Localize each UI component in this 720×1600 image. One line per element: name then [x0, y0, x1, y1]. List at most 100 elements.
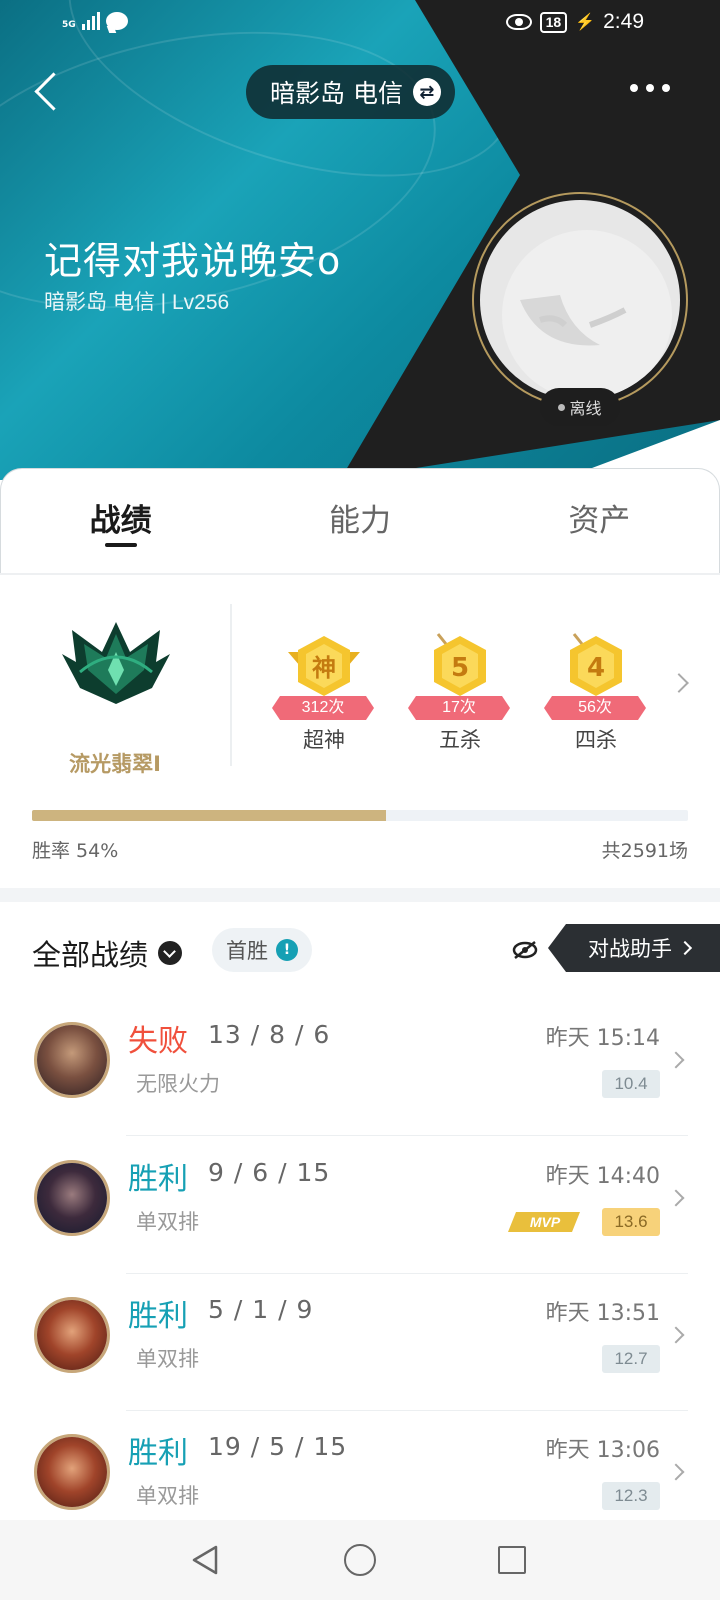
chevron-down-icon	[158, 941, 183, 965]
chevron-right-icon[interactable]	[669, 673, 689, 693]
default-avatar-icon	[520, 295, 627, 346]
match-score: 10.4	[602, 1070, 660, 1098]
match-result: 胜利	[128, 1299, 188, 1334]
status-bar: 5G 18 ⚡ 2:49	[0, 0, 720, 48]
chevron-right-icon	[667, 1189, 685, 1207]
tab-label: 战绩	[89, 503, 152, 539]
match-time: 昨天 13:51	[545, 1301, 660, 1326]
assistant-label: 对战助手	[588, 937, 672, 961]
avatar[interactable]	[480, 200, 680, 400]
badge-label: 超神	[303, 728, 345, 752]
status-dot-icon	[558, 403, 566, 411]
signal-5g-label: 5G	[62, 20, 76, 30]
eye-comfort-icon	[505, 14, 532, 30]
match-score: 13.6	[602, 1208, 660, 1236]
chevron-right-icon	[667, 1463, 685, 1481]
match-time: 昨天 15:14	[545, 1026, 660, 1051]
match-kda: 19 / 5 / 15	[208, 1432, 348, 1461]
tab-record[interactable]: 战绩	[1, 469, 240, 574]
back-button[interactable]	[28, 70, 68, 114]
hide-visibility-icon[interactable]	[512, 940, 538, 960]
champion-avatar	[34, 1160, 110, 1236]
player-name: 记得对我说晚安o	[44, 239, 342, 283]
match-kda: 13 / 8 / 6	[208, 1020, 331, 1049]
filter-label: 全部战绩	[32, 938, 149, 972]
tab-label: 能力	[328, 503, 391, 539]
match-mode: 单双排	[136, 1210, 199, 1234]
svg-text:MVP: MVP	[530, 1214, 561, 1230]
champion-avatar	[34, 1297, 110, 1373]
tab-assets[interactable]: 资产	[480, 469, 719, 574]
match-result: 失败	[128, 1024, 188, 1059]
clock: 2:49	[603, 10, 644, 33]
status-label: 离线	[569, 399, 602, 418]
match-time: 昨天 13:06	[545, 1438, 660, 1463]
active-tab-indicator	[104, 543, 137, 547]
badge-glyph: 5	[451, 653, 469, 683]
match-kda: 5 / 1 / 9	[208, 1295, 314, 1324]
match-row[interactable]: 胜利 5 / 1 / 9 单双排 昨天 13:51 12.7	[0, 1273, 720, 1411]
match-mode: 单双排	[136, 1347, 199, 1371]
penta-kill-medal-icon: 5	[434, 633, 486, 696]
battery-level: 18	[539, 11, 568, 33]
match-mode: 单双排	[136, 1484, 199, 1508]
badge-quadra-kill[interactable]: 4 56次 四杀	[544, 616, 646, 752]
match-score: 12.7	[602, 1345, 660, 1373]
profile-header: 5G 18 ⚡ 2:49 暗影岛 电信 ⇄ 记得对我说晚安o 暗影岛 电信 | …	[0, 0, 720, 480]
signal-icon	[81, 12, 100, 30]
swap-icon: ⇄	[412, 78, 441, 106]
badge-count: 56次	[544, 696, 646, 720]
nav-recent-apps-icon[interactable]	[498, 1546, 526, 1574]
server-switch-button[interactable]: 暗影岛 电信 ⇄	[246, 65, 455, 119]
badge-glyph: 神	[312, 654, 336, 682]
badge-count: 17次	[408, 696, 510, 720]
badge-legendary[interactable]: 神 312次 超神	[272, 616, 374, 752]
match-filter-dropdown[interactable]: 全部战绩	[32, 932, 183, 974]
match-row[interactable]: 失败 13 / 8 / 6 无限火力 昨天 15:14 10.4	[0, 998, 720, 1136]
chevron-right-icon	[667, 1326, 685, 1344]
badge-glyph: 4	[587, 653, 605, 683]
divider	[230, 604, 232, 766]
badge-penta-kill[interactable]: 5 17次 五杀	[408, 616, 510, 752]
more-options-button[interactable]	[630, 84, 670, 92]
mvp-badge-icon: MVP	[508, 1212, 580, 1232]
online-status-badge: 离线	[540, 388, 620, 426]
total-games-label: 共2591场	[601, 840, 688, 862]
tab-ability[interactable]: 能力	[240, 469, 479, 574]
first-win-label: 首胜	[226, 939, 268, 963]
nav-back-icon[interactable]	[190, 1544, 220, 1576]
player-server-level: 暗影岛 电信 | Lv256	[44, 291, 230, 314]
emerald-rank-emblem-icon[interactable]	[60, 612, 172, 708]
chevron-right-icon	[677, 940, 693, 956]
match-kda: 9 / 6 / 15	[208, 1158, 331, 1187]
divider	[0, 573, 720, 575]
badge-label: 五杀	[439, 728, 481, 752]
system-navigation-bar	[0, 1520, 720, 1600]
battle-assistant-button[interactable]: 对战助手	[548, 924, 720, 972]
message-notification-icon	[105, 12, 128, 30]
server-label: 暗影岛 电信	[270, 79, 403, 108]
badge-label: 四杀	[575, 728, 617, 752]
winrate-label: 胜率 54%	[32, 840, 119, 862]
rank-name: 流光翡翠I	[69, 752, 161, 776]
match-row[interactable]: 胜利 9 / 6 / 15 单双排 昨天 14:40 MVP 13.6	[0, 1136, 720, 1274]
winrate-bar-fill	[32, 810, 387, 821]
tab-bar: 战绩 能力 资产	[0, 468, 720, 574]
champion-avatar	[34, 1022, 110, 1098]
charging-icon: ⚡	[575, 14, 596, 31]
quadra-kill-medal-icon: 4	[570, 633, 622, 696]
champion-avatar	[34, 1434, 110, 1510]
nav-home-icon[interactable]	[344, 1544, 376, 1576]
first-win-chip[interactable]: 首胜 !	[212, 928, 312, 972]
section-separator	[0, 888, 720, 902]
chevron-right-icon	[667, 1051, 685, 1069]
match-score: 12.3	[602, 1482, 660, 1510]
info-icon: !	[276, 939, 298, 961]
legendary-medal-icon: 神	[288, 636, 360, 696]
winrate-bar	[32, 810, 688, 821]
match-result: 胜利	[128, 1436, 188, 1471]
tab-label: 资产	[568, 503, 631, 539]
match-result: 胜利	[128, 1162, 188, 1197]
match-time: 昨天 14:40	[545, 1164, 660, 1189]
badge-count: 312次	[272, 696, 374, 720]
